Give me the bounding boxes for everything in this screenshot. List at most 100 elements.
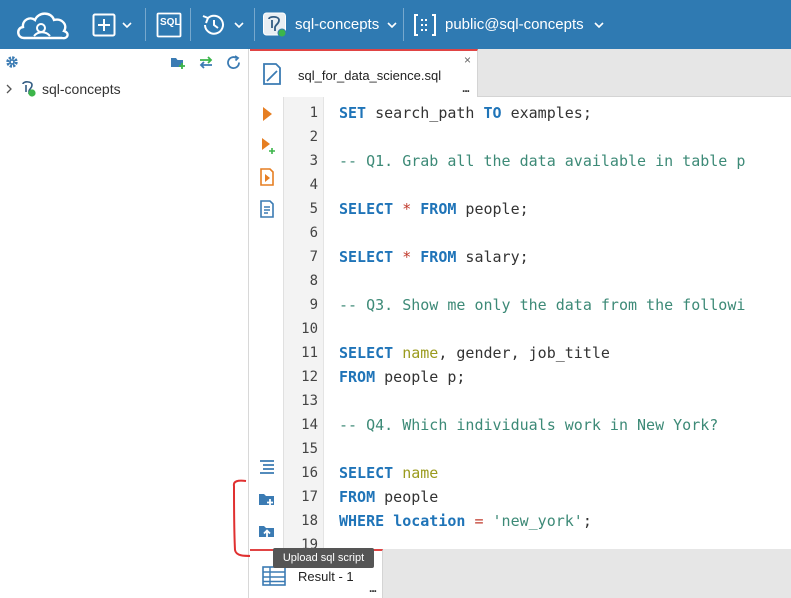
active-connection-selector[interactable]: sql-concepts [263, 0, 397, 49]
postgresql-icon [22, 81, 36, 97]
line-number: 6 [309, 225, 318, 241]
sql-keyword: SELECT [339, 200, 394, 218]
sql-keyword: SELECT [339, 344, 394, 362]
code-line-9: -- Q3. Show me only the data from the fo… [339, 296, 746, 314]
sql-operator: * [402, 200, 412, 218]
code-line-14: -- Q4. Which individuals work in New Yor… [339, 416, 719, 434]
app-logo-icon[interactable] [14, 0, 72, 49]
sql-text: salary; [456, 248, 529, 266]
line-number: 4 [309, 177, 318, 193]
line-number: 15 [301, 441, 318, 457]
sql-string: 'new_york' [492, 512, 583, 530]
gear-icon[interactable] [5, 55, 19, 69]
refresh-icon[interactable] [226, 55, 242, 70]
main-toolbar: SQL sql-concepts public@sql-concepts [0, 0, 791, 49]
chevron-down-icon [234, 21, 244, 28]
chevron-down-icon [387, 21, 397, 28]
sql-keyword: SET [339, 104, 367, 122]
sql-keyword: FROM [339, 488, 376, 506]
chevron-down-icon [122, 21, 132, 28]
code-line-16: SELECT name [339, 461, 438, 485]
line-number: 13 [301, 393, 318, 409]
sql-text: people; [456, 200, 529, 218]
tab-label: sql_for_data_science.sql [298, 68, 442, 83]
upload-sql-script-icon[interactable] [257, 521, 277, 541]
tree-item-label: sql-concepts [42, 81, 121, 97]
toolbar-divider [190, 8, 191, 41]
execute-in-new-tab-icon[interactable] [257, 135, 277, 155]
tab-sql-for-data-science[interactable]: sql_for_data_science.sql × ... [250, 49, 478, 97]
postgresql-icon [263, 12, 287, 37]
more-icon[interactable]: ... [369, 581, 377, 595]
execute-script-icon[interactable] [257, 167, 277, 187]
close-icon[interactable]: × [464, 53, 471, 67]
code-line-12: FROM people p; [339, 365, 465, 389]
editor-side-toolbar [250, 97, 284, 549]
line-number: 17 [301, 489, 318, 505]
sql-column: name [402, 344, 439, 362]
grid-table-icon [262, 566, 286, 586]
line-number: 8 [309, 273, 318, 289]
line-number: 7 [309, 249, 318, 265]
line-number: 14 [301, 417, 318, 433]
sql-keyword: WHERE [339, 512, 385, 530]
sql-file-icon [263, 63, 281, 85]
sql-keyword: FROM [420, 200, 457, 218]
database-navigator: sql-concepts [0, 49, 249, 598]
code-line-11: SELECT name, gender, job_title [339, 341, 610, 365]
sql-keyword: SELECT [339, 248, 394, 266]
sql-keyword: SELECT [339, 464, 394, 482]
editor-tab-strip: sql_for_data_science.sql × ... [250, 49, 791, 97]
line-number-gutter: 1 2 3 4 5 6 7 8 9 10 11 12 13 14 15 16 1… [284, 97, 324, 553]
chevron-down-icon [594, 21, 604, 28]
sql-text: people [375, 488, 439, 506]
toolbar-divider [145, 8, 146, 41]
line-number: 16 [301, 465, 318, 481]
line-number: 9 [309, 297, 318, 313]
line-number: 11 [301, 345, 318, 361]
code-line-17: FROM people [339, 485, 438, 509]
explain-plan-icon[interactable] [257, 199, 277, 219]
sql-keyword: TO [483, 104, 502, 122]
code-line-5: SELECT * FROM people; [339, 197, 529, 221]
code-line-1: SET search_path TO examples; [339, 101, 592, 125]
format-sql-icon[interactable] [257, 457, 277, 477]
more-icon[interactable]: ... [462, 81, 470, 95]
sql-keyword: FROM [420, 248, 457, 266]
history-icon [202, 14, 224, 35]
active-schema-selector[interactable]: public@sql-concepts [413, 0, 604, 49]
line-number: 1 [309, 105, 318, 121]
line-number: 3 [309, 153, 318, 169]
result-tab-label: Result - 1 [298, 569, 354, 584]
sql-editor-button[interactable]: SQL [156, 0, 182, 49]
sql-operator: = [474, 512, 484, 530]
link-with-editor-icon[interactable] [198, 55, 214, 70]
sql-editor[interactable]: SET search_path TO examples; -- Q1. Grab… [324, 97, 791, 549]
transaction-history-button[interactable] [200, 0, 244, 49]
chevron-right-icon[interactable] [4, 84, 14, 94]
sql-button-label: SQL [160, 17, 181, 28]
toolbar-divider [254, 8, 255, 41]
sql-text: people p; [375, 368, 466, 386]
new-folder-icon[interactable] [170, 55, 186, 70]
save-to-file-icon[interactable] [257, 489, 277, 509]
line-number: 12 [301, 369, 318, 385]
toolbar-divider [403, 8, 404, 41]
execute-statement-icon[interactable] [257, 104, 277, 124]
line-number: 2 [309, 129, 318, 145]
schema-name: public@sql-concepts [445, 16, 584, 33]
tree-item-sql-concepts[interactable]: sql-concepts [4, 79, 121, 99]
annotation-bracket [232, 479, 253, 557]
new-connection-button[interactable] [92, 0, 132, 49]
line-number: 10 [301, 321, 318, 337]
code-line-3: -- Q1. Grab all the data available in ta… [339, 152, 746, 170]
sql-text: examples; [501, 104, 592, 122]
